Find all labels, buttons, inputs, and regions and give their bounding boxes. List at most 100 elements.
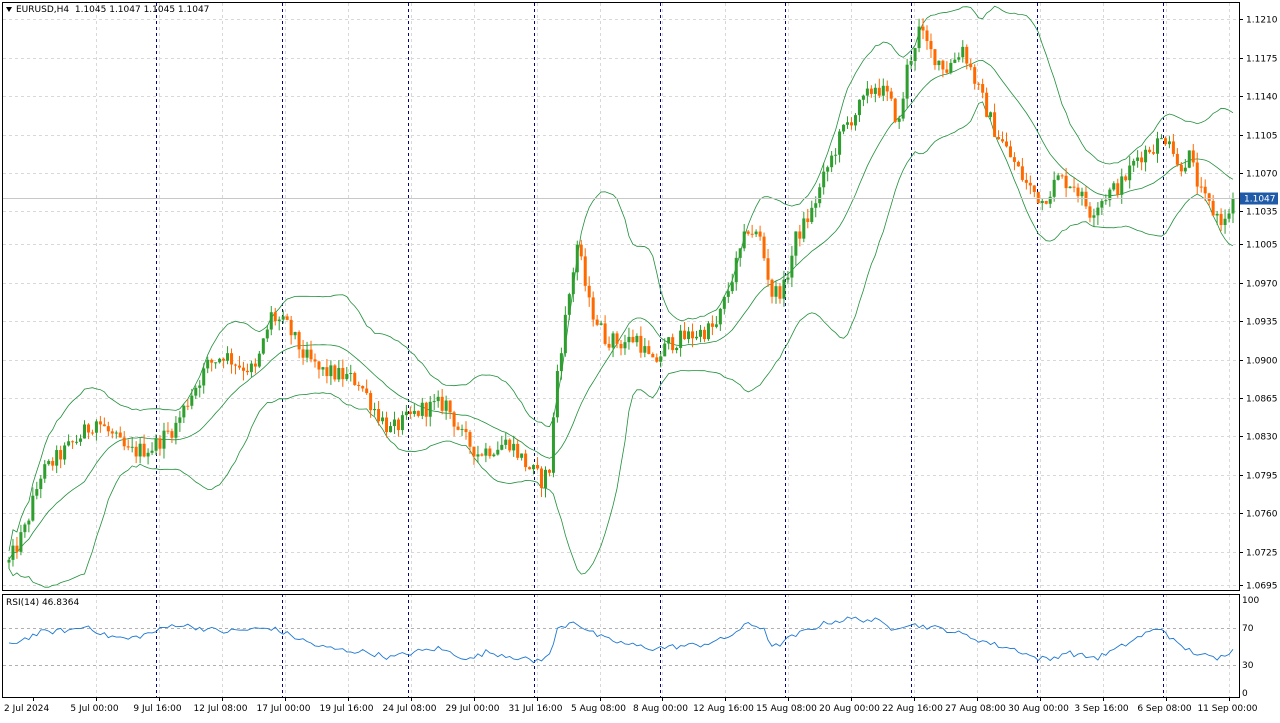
bull-candle: [496, 449, 500, 455]
bull-candle: [1120, 176, 1124, 195]
bull-candle: [388, 426, 393, 433]
bear-candle: [170, 431, 174, 438]
bull-candle: [1080, 191, 1084, 197]
current-price-tag-label: 1.1047: [1244, 195, 1276, 205]
bull-candle: [814, 203, 818, 208]
bull-candle: [905, 64, 909, 99]
bull-candle: [249, 363, 253, 373]
bear-candle: [222, 358, 226, 361]
rsi-indicator-label: RSI(14) 46.8364: [6, 598, 80, 608]
bear-candle: [122, 437, 126, 447]
bear-candle: [993, 112, 997, 137]
bear-candle: [889, 91, 893, 99]
axis-layer: 1.1210 1.1175 1.1140 1.1105 1.1070 1.1035 1.10…: [2, 2, 1278, 714]
bear-candle: [587, 285, 591, 298]
bear-candle: [464, 428, 468, 433]
bollinger-upper-band: [8, 5, 1234, 552]
bull-candle: [182, 405, 186, 418]
bull-candle: [19, 532, 23, 552]
bull-candle: [679, 330, 683, 348]
bull-candle: [1144, 149, 1148, 163]
bear-candle: [933, 49, 937, 66]
bull-candle: [623, 342, 627, 349]
bear-candle: [408, 411, 412, 414]
bull-candle: [754, 231, 758, 235]
price-tick-label: 1.1210: [1246, 16, 1278, 26]
bull-candle: [75, 441, 79, 443]
bull-candle: [67, 441, 71, 446]
rsi-axis-label: 30: [1242, 661, 1254, 671]
bear-candle: [1060, 175, 1064, 177]
bull-candle: [714, 324, 718, 327]
rsi-line: [8, 616, 1234, 664]
time-tick-label: 2 Jul 2024: [4, 704, 49, 714]
bull-candle: [1104, 200, 1108, 202]
bear-candle: [647, 346, 651, 354]
bear-candle: [691, 331, 695, 339]
time-tick-label: 27 Aug 08:00: [945, 704, 1006, 714]
chart-canvas[interactable]: 1.1210 1.1175 1.1140 1.1105 1.1070 1.1035 1.10…: [0, 0, 1280, 720]
bull-candle: [373, 408, 377, 411]
bull-candle: [150, 450, 154, 453]
bear-candle: [245, 370, 249, 373]
bear-candle: [945, 69, 949, 73]
bear-candle: [369, 393, 373, 411]
bull-candle: [575, 244, 579, 273]
bull-candle: [790, 255, 794, 278]
bear-candle: [1012, 157, 1016, 162]
bull-candle: [257, 353, 261, 367]
bear-candle: [1140, 157, 1144, 163]
bear-candle: [1148, 149, 1152, 153]
bull-candle: [404, 411, 408, 416]
bear-candle: [849, 122, 854, 126]
bear-candle: [253, 363, 257, 367]
bull-candle: [432, 401, 436, 403]
main-panel-frame: [2, 2, 1240, 591]
price-tick-label: 1.1005: [1246, 241, 1278, 251]
bear-candle: [746, 231, 750, 234]
bear-candle: [651, 353, 655, 358]
time-tick-label: 29 Jul 00:00: [446, 704, 500, 714]
trading-chart[interactable]: 1.1210 1.1175 1.1140 1.1105 1.1070 1.1035 1.10…: [0, 0, 1280, 720]
bull-candle: [392, 419, 396, 427]
bear-candle: [341, 367, 345, 380]
time-tick-label: 5 Jul 00:00: [70, 704, 119, 714]
bear-candle: [925, 30, 929, 42]
time-tick-label: 22 Aug 16:00: [882, 704, 943, 714]
bear-candle: [51, 460, 55, 466]
bull-candle: [627, 336, 631, 343]
chart-info-line: EURUSD,H4 1.1045 1.1047 1.1045 1.1047: [6, 5, 209, 15]
bull-candle: [1227, 213, 1231, 219]
price-tick-label: 1.1105: [1246, 132, 1278, 142]
bull-candle: [794, 231, 798, 256]
bull-candle: [611, 333, 615, 348]
bull-candle: [722, 296, 726, 309]
time-tick-label: 24 Jul 08:00: [383, 704, 437, 714]
bull-candle: [321, 367, 325, 370]
bull-candle: [774, 286, 778, 297]
bull-candle: [23, 524, 27, 533]
bear-candle: [806, 218, 810, 222]
bear-candle: [885, 85, 889, 92]
bull-candle: [822, 171, 826, 188]
bull-candle: [79, 438, 83, 442]
bear-candle: [333, 365, 337, 380]
bear-candle: [142, 443, 146, 457]
bear-candle: [102, 424, 106, 427]
rsi-panel-frame: [2, 594, 1240, 698]
bear-candle: [985, 92, 989, 117]
bear-candle: [285, 316, 289, 320]
price-tick-label: 1.1070: [1246, 170, 1278, 180]
bear-candle: [1219, 213, 1223, 225]
bull-candle: [1231, 198, 1235, 214]
bull-candle: [138, 443, 142, 457]
bull-candle: [786, 277, 790, 280]
bull-candle: [428, 401, 432, 417]
bear-candle: [106, 426, 110, 432]
bear-candle: [941, 60, 945, 70]
bear-candle: [591, 297, 595, 320]
bear-candle: [981, 84, 985, 93]
bull-candle: [1167, 141, 1171, 145]
bear-candle: [440, 396, 444, 411]
chart-menu-triangle-icon[interactable]: [6, 7, 12, 12]
